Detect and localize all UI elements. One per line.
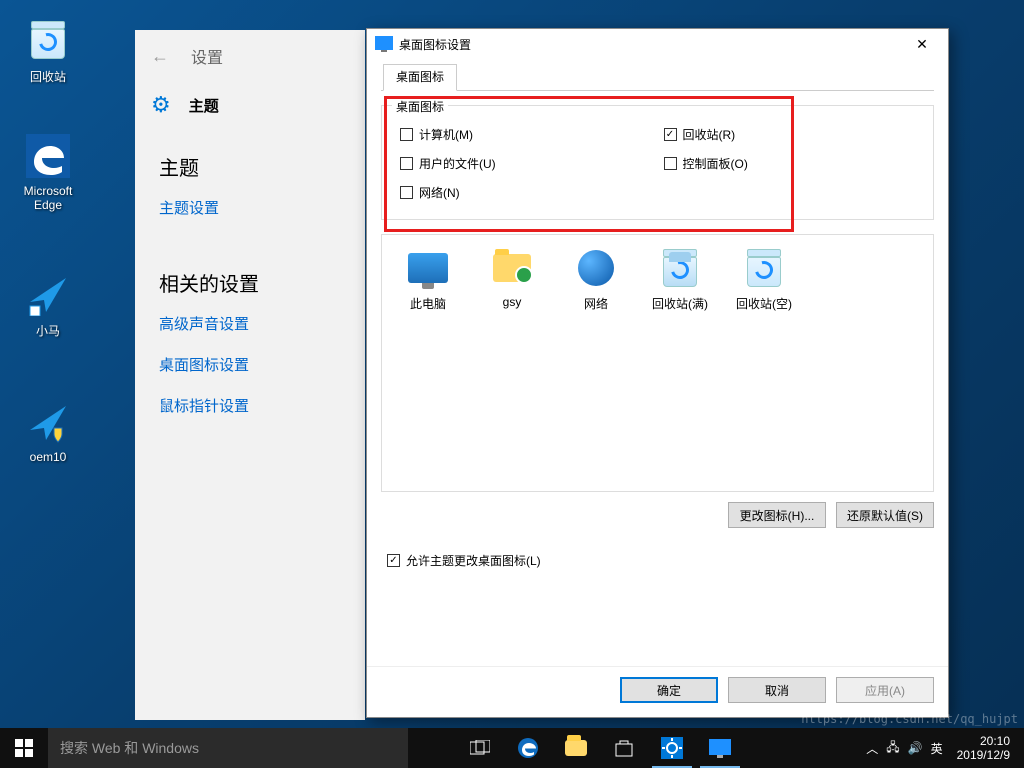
- desktop-icon-app1[interactable]: 小马: [10, 270, 86, 339]
- taskbar-edge[interactable]: [504, 728, 552, 768]
- globe-icon: [575, 247, 617, 289]
- clock-date: 2019/12/9: [957, 748, 1010, 762]
- icon-item-label: 回收站(满): [640, 295, 720, 312]
- start-button[interactable]: [0, 728, 48, 768]
- category-title: 主题: [189, 95, 219, 116]
- checkbox-userfiles[interactable]: 用户的文件(U): [394, 149, 658, 178]
- recycle-empty-icon: [743, 247, 785, 289]
- cancel-button[interactable]: 取消: [728, 677, 826, 703]
- icon-item-recycle-empty[interactable]: 回收站(空): [724, 245, 804, 312]
- icon-item-network[interactable]: 网络: [556, 245, 636, 312]
- desktop-icon-label: 小马: [10, 322, 86, 339]
- icon-item-recycle-full[interactable]: 回收站(满): [640, 245, 720, 312]
- icon-item-label: 回收站(空): [724, 295, 804, 312]
- icon-item-label: 网络: [556, 295, 636, 312]
- checkbox-icon: ✓: [664, 128, 677, 141]
- checkbox-network[interactable]: 网络(N): [394, 178, 658, 207]
- tray-ime-icon[interactable]: 英: [931, 740, 943, 757]
- taskbar-settings[interactable]: [648, 728, 696, 768]
- monitor-icon: [407, 247, 449, 289]
- gear-icon: ⚙: [151, 92, 171, 118]
- checkbox-icon: [664, 157, 677, 170]
- clock-time: 20:10: [957, 734, 1010, 748]
- group-legend: 桌面图标: [392, 98, 448, 115]
- tab-desktop-icons[interactable]: 桌面图标: [383, 64, 457, 91]
- desktop-icon-app2[interactable]: oem10: [10, 398, 86, 464]
- settings-sidebar: ← 设置 ⚙ 主题 主题 主题设置 相关的设置 高级声音设置 桌面图标设置 鼠标…: [135, 30, 365, 720]
- checkbox-icon: [400, 128, 413, 141]
- paperplane-shield-icon: [24, 398, 72, 446]
- tray-network-icon[interactable]: 🖧: [886, 738, 899, 759]
- taskview-button[interactable]: [456, 728, 504, 768]
- link-mouse-pointer-settings[interactable]: 鼠标指针设置: [135, 385, 365, 426]
- system-tray[interactable]: ︿ 🖧 🔊 英 20:10 2019/12/9: [858, 734, 1024, 763]
- link-advanced-sound[interactable]: 高级声音设置: [135, 303, 365, 344]
- close-button[interactable]: ✕: [902, 30, 942, 58]
- back-button[interactable]: ←: [151, 46, 169, 67]
- dialog-title: 桌面图标设置: [399, 36, 902, 53]
- link-theme-settings[interactable]: 主题设置: [135, 187, 365, 228]
- taskbar-store[interactable]: [600, 728, 648, 768]
- icon-item-user[interactable]: gsy: [472, 245, 552, 309]
- tabstrip: 桌面图标: [381, 63, 934, 91]
- icon-item-label: gsy: [472, 295, 552, 309]
- desktop-icon-label: 回收站: [10, 68, 86, 85]
- dialog-titlebar[interactable]: 桌面图标设置 ✕: [367, 29, 948, 59]
- section-heading-theme: 主题: [135, 138, 365, 187]
- taskbar-clock[interactable]: 20:10 2019/12/9: [951, 734, 1016, 763]
- checkbox-allow-theme[interactable]: ✓允许主题更改桌面图标(L): [381, 546, 934, 575]
- checkbox-controlpanel[interactable]: 控制面板(O): [658, 149, 922, 178]
- watermark-text: https://blog.csdn.net/qq_hujpt: [801, 712, 1018, 726]
- desktop-icon-edge[interactable]: Microsoft Edge: [10, 132, 86, 212]
- checkbox-computer[interactable]: 计算机(M): [394, 120, 658, 149]
- change-icon-button[interactable]: 更改图标(H)...: [728, 502, 826, 528]
- icon-preview-well: 此电脑 gsy 网络 回收站(满) 回收站(空): [381, 234, 934, 492]
- taskbar-search-input[interactable]: 搜索 Web 和 Windows: [48, 728, 408, 768]
- taskbar-dialog[interactable]: [696, 728, 744, 768]
- ok-button[interactable]: 确定: [620, 677, 718, 703]
- checkbox-recyclebin[interactable]: ✓回收站(R): [658, 120, 922, 149]
- checkbox-icon: [400, 157, 413, 170]
- link-desktop-icon-settings[interactable]: 桌面图标设置: [135, 344, 365, 385]
- desktop-icon-settings-dialog: 桌面图标设置 ✕ 桌面图标 桌面图标 计算机(M) 用户的文件(U) 网络(N)…: [366, 28, 949, 718]
- search-placeholder: 搜索 Web 和 Windows: [60, 738, 199, 758]
- checkbox-icon: [400, 186, 413, 199]
- icon-item-label: 此电脑: [388, 295, 468, 312]
- apply-button[interactable]: 应用(A): [836, 677, 934, 703]
- checkbox-icon: ✓: [387, 554, 400, 567]
- desktop-icon-label: oem10: [10, 450, 86, 464]
- taskbar-explorer[interactable]: [552, 728, 600, 768]
- dialog-icon: [375, 35, 393, 53]
- taskbar: 搜索 Web 和 Windows ︿ 🖧 🔊 英 20:10 2019/12/9: [0, 728, 1024, 768]
- icon-item-this-pc[interactable]: 此电脑: [388, 245, 468, 312]
- restore-defaults-button[interactable]: 还原默认值(S): [836, 502, 934, 528]
- paperplane-icon: [24, 270, 72, 318]
- desktop-icon-recycle-bin[interactable]: 回收站: [10, 16, 86, 85]
- settings-heading: 设置: [191, 44, 223, 68]
- group-desktop-icons: 桌面图标 计算机(M) 用户的文件(U) 网络(N) ✓回收站(R) 控制面板(…: [381, 105, 934, 220]
- recycle-full-icon: [659, 247, 701, 289]
- desktop-icon-label: Microsoft Edge: [10, 184, 86, 212]
- section-heading-related: 相关的设置: [135, 254, 365, 303]
- tray-chevron-icon[interactable]: ︿: [866, 740, 878, 757]
- user-folder-icon: [491, 247, 533, 289]
- recycle-bin-icon: [24, 16, 72, 64]
- tray-volume-icon[interactable]: 🔊: [908, 741, 923, 755]
- edge-icon: [24, 132, 72, 180]
